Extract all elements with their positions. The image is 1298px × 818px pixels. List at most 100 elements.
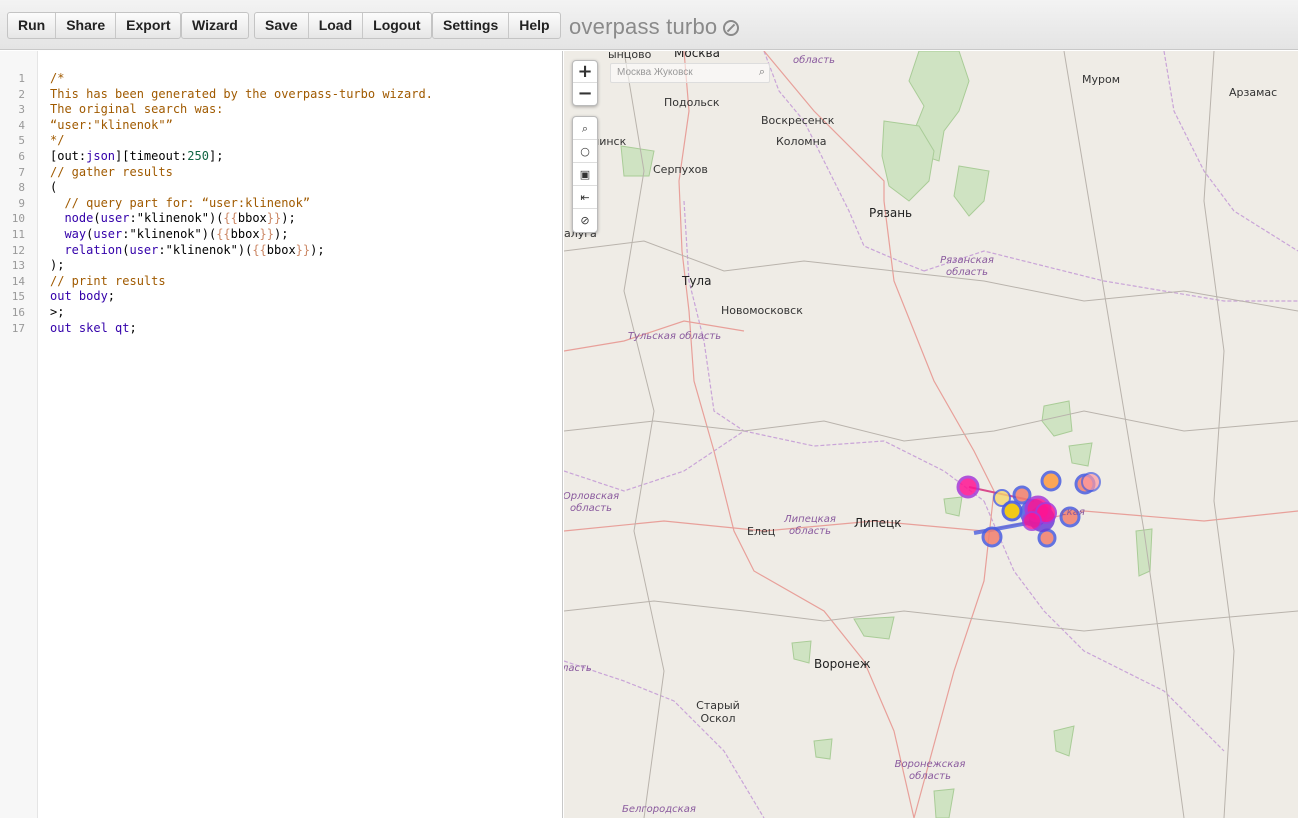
code-editor[interactable]: 1 2 3 4 5 6 7 8 9 10 11 12 13 14 15 16 17 /* This has bee… <box>0 51 563 818</box>
code-token: ][timeout: <box>115 148 188 163</box>
code-token: 250 <box>187 148 209 163</box>
code-token: The original search was: <box>50 102 224 117</box>
place-tula: Тула <box>682 274 712 288</box>
line-number: 3 <box>18 103 25 117</box>
region-fragment-tambov: ская <box>1061 507 1085 518</box>
line-number: 2 <box>18 87 25 101</box>
zoom-to-data-icon[interactable]: ▣ <box>573 163 597 186</box>
line-number: 10 <box>11 212 25 226</box>
code-line: ( <box>50 180 433 196</box>
code-token: ); <box>274 226 289 241</box>
code-token: ( <box>93 211 101 226</box>
code-token: ; <box>107 289 116 304</box>
line-number: 11 <box>11 228 25 241</box>
run-button[interactable]: Run <box>8 13 57 38</box>
line-number: 16 <box>11 306 25 319</box>
line-number: 5 <box>18 134 25 148</box>
region-tulskaya: Тульская область <box>627 331 722 342</box>
map-tool-control: ⌕ ○ ▣ ⇤ ⊘ <box>572 116 598 233</box>
code-token: ); <box>281 211 296 226</box>
code-token: }} <box>266 211 282 226</box>
line-number-gutter: 1 2 3 4 5 6 7 8 9 10 11 12 13 14 15 16 17 <box>0 51 38 818</box>
code-token: user <box>100 211 130 226</box>
code-line: // query part for: “user:klinenok” <box>50 196 433 212</box>
load-button[interactable]: Load <box>309 13 364 38</box>
region-lipetskaya: Липецкая область <box>784 514 836 537</box>
search-location-icon[interactable]: ⌕ <box>573 117 597 140</box>
place-ryazan: Рязань <box>869 206 913 220</box>
code-token: ); <box>50 258 65 273</box>
place-serpukhov: Серпухов <box>653 163 708 176</box>
wizard-button[interactable]: Wizard <box>182 13 248 38</box>
export-button[interactable]: Export <box>116 13 180 38</box>
code-token: ); <box>310 242 325 257</box>
line-number: 9 <box>18 196 25 210</box>
map-search-input[interactable]: Москва Жуковск ⌕ <box>610 63 770 83</box>
toolbar: Run Share Export Wizard Save Load Logout… <box>0 0 1298 50</box>
code-line: node(user:"klinenok")({{bbox}}); <box>50 211 433 227</box>
place-murom: Муром <box>1082 73 1121 86</box>
logout-button[interactable]: Logout <box>363 13 430 38</box>
code-token: :"klinenok")( <box>158 242 253 257</box>
code-token: “user:"klinenok"” <box>50 117 173 132</box>
code-token: >; <box>50 304 65 319</box>
code-token: // gather results <box>50 164 173 179</box>
save-load-logout-group: Save Load Logout <box>254 12 432 39</box>
place-voskresensk: Воскресенск <box>761 114 835 127</box>
code-line: out skel qt; <box>50 321 433 337</box>
place-novomoskovsk: Новомосковск <box>721 304 803 317</box>
code-token: node <box>50 211 94 226</box>
help-button[interactable]: Help <box>509 13 559 38</box>
search-icon[interactable]: ⌕ <box>759 66 765 79</box>
line-number: 1 <box>18 72 25 85</box>
line-number: 6 <box>18 150 25 163</box>
code-line: “user:"klinenok"” <box>50 118 433 134</box>
place-stary-oskol: Старый Оскол <box>696 699 740 725</box>
query-code[interactable]: /* This has been generated by the overpas… <box>50 71 433 336</box>
place-arzamas: Арзамас <box>1229 86 1278 99</box>
code-token: ; <box>129 320 137 335</box>
map-view[interactable]: ынцово Москва Подольск Воскресенск Колом… <box>564 51 1298 818</box>
line-number: 8 <box>18 181 25 195</box>
run-share-export-group: Run Share Export <box>7 12 182 39</box>
map-search-placeholder: Москва Жуковск <box>617 67 693 78</box>
code-line: ); <box>50 258 433 274</box>
place-ntsovo: ынцово <box>608 51 652 61</box>
settings-help-group: Settings Help <box>432 12 561 39</box>
line-number: 12 <box>11 243 25 257</box>
region-ryazanskaya: Рязанская область <box>940 255 994 278</box>
code-token: out skel qt <box>50 320 130 335</box>
place-elets: Елец <box>747 525 776 538</box>
region-orlovskaya: Орловская область <box>564 491 620 514</box>
zoom-control: + − <box>572 60 598 106</box>
code-line: relation(user:"klinenok")({{bbox}}); <box>50 243 433 259</box>
code-line: >; <box>50 305 433 321</box>
code-line: This has been generated by the overpass-… <box>50 87 433 103</box>
place-lipetsk: Липецк <box>854 516 902 530</box>
fullscreen-icon[interactable]: ⇤ <box>573 186 597 209</box>
line-number: 7 <box>18 165 25 179</box>
save-button[interactable]: Save <box>255 13 309 38</box>
wizard-group: Wizard <box>181 12 249 39</box>
code-token: out body <box>50 289 108 304</box>
code-line: [out:json][timeout:250]; <box>50 149 433 165</box>
code-token: user <box>129 242 159 257</box>
region-voronezhskaya: Воронежская область <box>894 759 966 782</box>
line-number: 17 <box>11 321 25 335</box>
code-line: /* <box>50 71 433 87</box>
code-token: bbox <box>266 242 296 257</box>
code-token: */ <box>50 133 65 148</box>
zoom-out-button[interactable]: − <box>573 83 597 105</box>
settings-button[interactable]: Settings <box>433 13 510 38</box>
code-token: ( <box>50 180 58 195</box>
code-token: bbox <box>237 211 267 226</box>
line-number: 15 <box>11 290 25 304</box>
share-button[interactable]: Share <box>56 13 117 38</box>
code-token: :"klinenok")( <box>122 226 217 241</box>
locate-me-icon[interactable]: ○ <box>573 140 597 163</box>
code-token: {{ <box>216 226 231 241</box>
code-token: This has been generated by the overpass-… <box>50 86 433 101</box>
clear-data-icon[interactable]: ⊘ <box>573 209 597 232</box>
zoom-in-button[interactable]: + <box>573 61 597 83</box>
place-kolomna: Коломна <box>776 135 827 148</box>
